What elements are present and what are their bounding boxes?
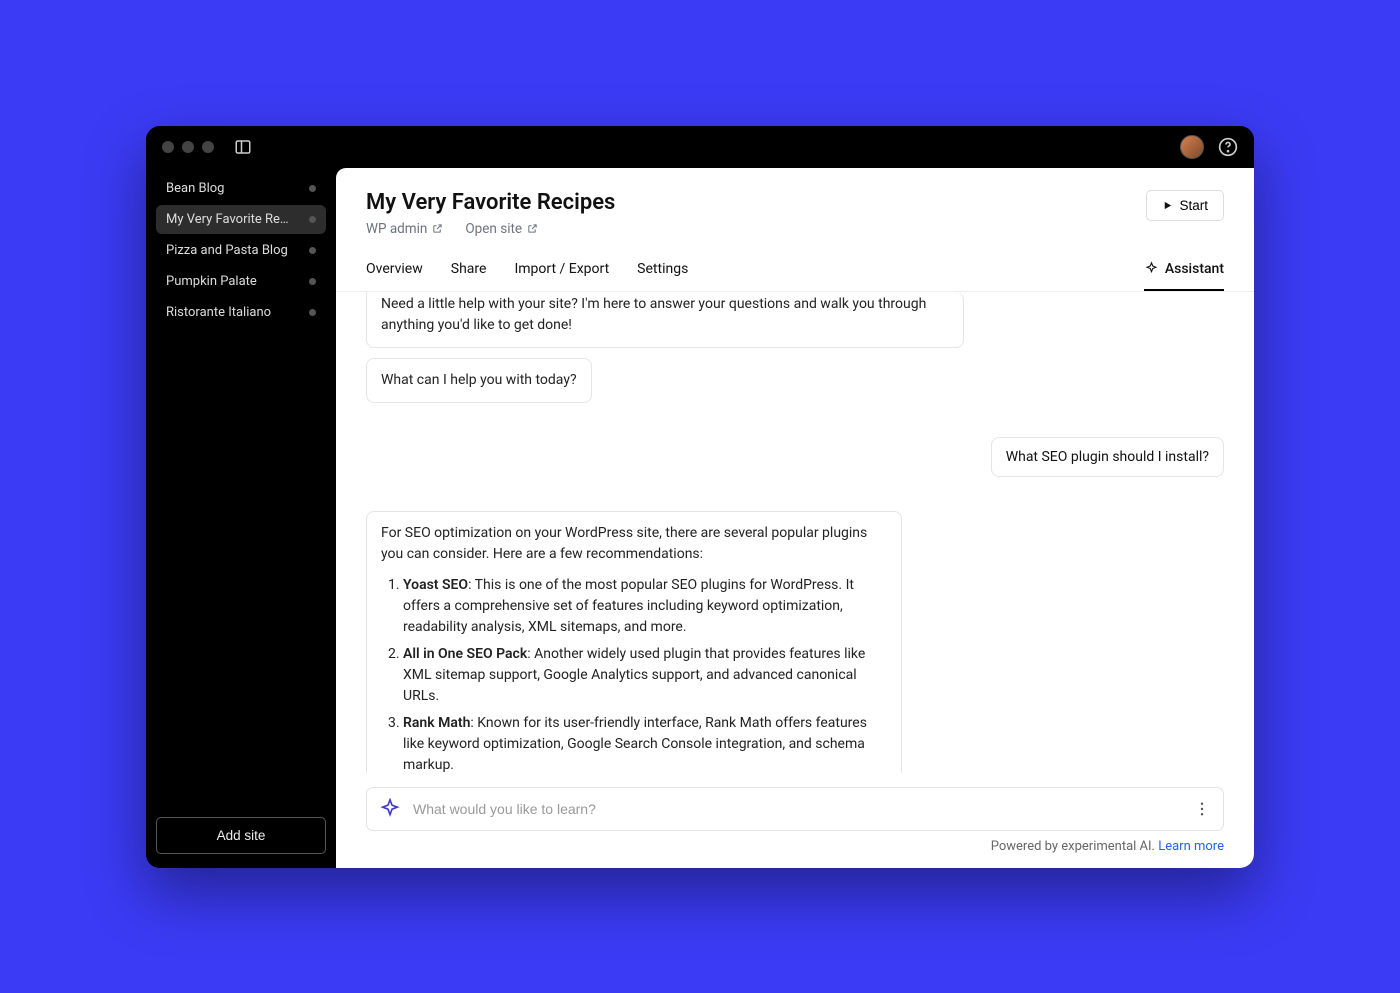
item-name: Yoast SEO: [403, 577, 468, 593]
sidebar-item-label: Pizza and Pasta Blog: [166, 243, 288, 258]
chat-input[interactable]: [413, 801, 1181, 817]
sidebar-item-site[interactable]: Pizza and Pasta Blog: [156, 236, 326, 265]
app-window: Bean Blog My Very Favorite Re… Pizza and…: [146, 126, 1254, 868]
close-dot[interactable]: [162, 141, 174, 153]
wp-admin-link[interactable]: WP admin: [366, 221, 443, 237]
tab-assistant[interactable]: Assistant: [1144, 261, 1224, 291]
sidebar-item-site[interactable]: Pumpkin Palate: [156, 267, 326, 296]
item-desc: : This is one of the most popular SEO pl…: [403, 577, 854, 635]
avatar[interactable]: [1180, 135, 1204, 159]
list-item: All in One SEO Pack: Another widely used…: [403, 644, 887, 707]
sidebar-item-label: Bean Blog: [166, 181, 224, 196]
window-controls[interactable]: [162, 141, 214, 153]
sidebar-item-site[interactable]: My Very Favorite Re…: [156, 205, 326, 234]
status-dot: [309, 247, 316, 254]
tab-share[interactable]: Share: [451, 261, 487, 291]
site-title: My Very Favorite Recipes: [366, 190, 615, 215]
sidebar: Bean Blog My Very Favorite Re… Pizza and…: [146, 168, 336, 868]
open-site-label: Open site: [465, 221, 522, 237]
open-site-link[interactable]: Open site: [465, 221, 538, 237]
status-dot: [309, 185, 316, 192]
more-icon[interactable]: [1193, 800, 1211, 818]
chat-content[interactable]: Need a little help with your site? I'm h…: [336, 292, 1254, 773]
sidebar-item-label: Pumpkin Palate: [166, 274, 257, 289]
add-site-button[interactable]: Add site: [156, 817, 326, 854]
start-label: Start: [1179, 198, 1208, 213]
sidebar-item-label: My Very Favorite Re…: [166, 212, 289, 227]
sidebar-item-site[interactable]: Bean Blog: [156, 174, 326, 203]
start-button[interactable]: Start: [1146, 190, 1224, 221]
sparkle-icon: [1144, 261, 1159, 276]
item-desc: : Known for its user-friendly interface,…: [403, 715, 867, 773]
footer-text: Powered by experimental AI.: [991, 839, 1159, 854]
assistant-message: Need a little help with your site? I'm h…: [366, 292, 964, 348]
tabs: Overview Share Import / Export Settings …: [336, 261, 1254, 292]
status-dot: [309, 278, 316, 285]
minimize-dot[interactable]: [182, 141, 194, 153]
status-dot: [309, 216, 316, 223]
answer-intro: For SEO optimization on your WordPress s…: [381, 523, 887, 565]
user-message: What SEO plugin should I install?: [991, 437, 1224, 477]
item-name: All in One SEO Pack: [403, 646, 527, 662]
chat-input-row: [366, 787, 1224, 831]
help-icon[interactable]: [1218, 137, 1238, 157]
list-item: Rank Math: Known for its user-friendly i…: [403, 713, 887, 773]
tab-settings[interactable]: Settings: [637, 261, 688, 291]
titlebar: [146, 126, 1254, 168]
assistant-message: For SEO optimization on your WordPress s…: [366, 511, 902, 773]
answer-list: Yoast SEO: This is one of the most popul…: [381, 575, 887, 773]
zoom-dot[interactable]: [202, 141, 214, 153]
external-link-icon: [527, 223, 538, 234]
sparkle-icon: [379, 798, 401, 820]
tab-import-export[interactable]: Import / Export: [514, 261, 609, 291]
tab-assistant-label: Assistant: [1165, 261, 1224, 277]
list-item: Yoast SEO: This is one of the most popul…: [403, 575, 887, 638]
tab-overview[interactable]: Overview: [366, 261, 423, 291]
status-dot: [309, 309, 316, 316]
main-panel: My Very Favorite Recipes WP admin Open s…: [336, 168, 1254, 868]
external-link-icon: [432, 223, 443, 234]
footer: Powered by experimental AI. Learn more: [336, 839, 1254, 868]
play-icon: [1162, 200, 1173, 211]
item-name: Rank Math: [403, 715, 470, 731]
learn-more-link[interactable]: Learn more: [1158, 839, 1224, 854]
sidebar-toggle-icon[interactable]: [234, 138, 252, 156]
sidebar-item-label: Ristorante Italiano: [166, 305, 271, 320]
assistant-message: What can I help you with today?: [366, 358, 592, 403]
sidebar-item-site[interactable]: Ristorante Italiano: [156, 298, 326, 327]
wp-admin-label: WP admin: [366, 221, 427, 237]
